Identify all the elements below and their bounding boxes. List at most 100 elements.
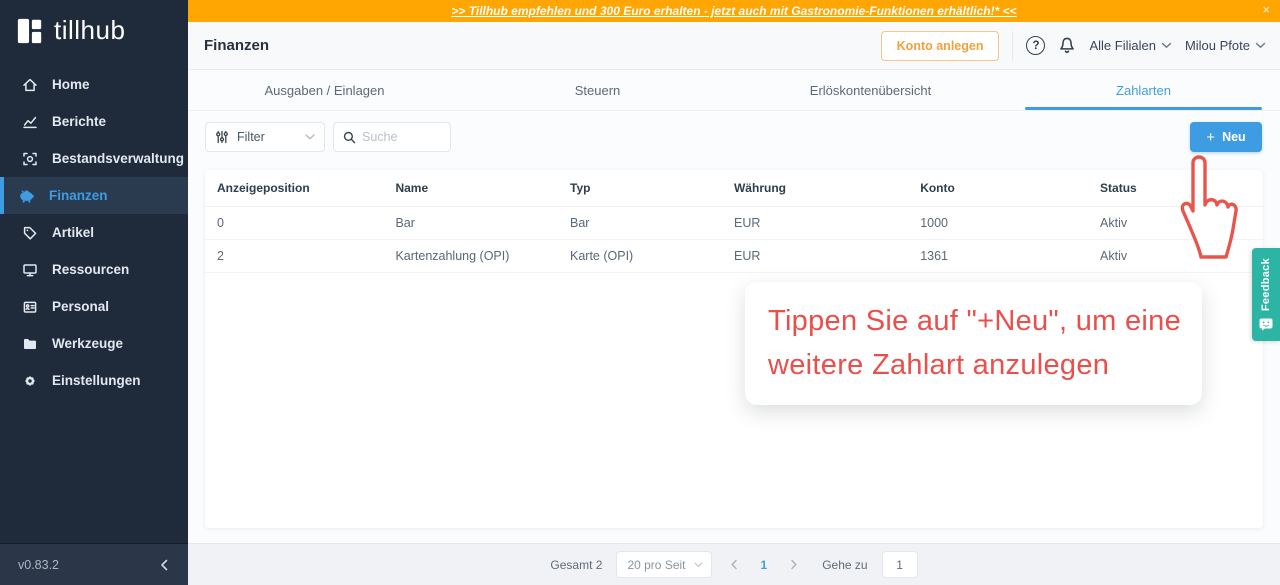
column-header-konto: Konto xyxy=(920,170,1101,207)
chevron-down-icon xyxy=(1255,42,1266,48)
toolbar: Filter + Neu xyxy=(205,122,1262,152)
sidebar-item-personal[interactable]: Personal xyxy=(0,288,188,325)
page-title: Finanzen xyxy=(204,37,270,54)
cell-name: Bar xyxy=(395,206,570,240)
cell-anzeigeposition: 2 xyxy=(205,239,396,273)
chart-icon xyxy=(22,114,38,130)
sidebar-item-label: Bestandsverwaltung xyxy=(52,151,185,166)
cell-typ: Karte (OPI) xyxy=(570,239,734,273)
chevron-down-icon xyxy=(1161,42,1172,48)
tab-zahlarten[interactable]: Zahlarten xyxy=(1007,70,1280,110)
cell-status: Aktiv xyxy=(1100,239,1263,273)
search-icon xyxy=(343,131,356,144)
feedback-label: Feedback xyxy=(1260,257,1272,312)
piggy-bank-icon xyxy=(18,188,35,204)
tillhub-logo-icon xyxy=(16,17,44,45)
promo-banner-link[interactable]: >> Tillhub empfehlen und 300 Euro erhalt… xyxy=(451,4,1016,18)
table-row[interactable]: 0 Bar Bar EUR 1000 Aktiv xyxy=(205,206,1263,240)
tab-bar: Ausgaben / Einlagen Steuern Erlöskontenü… xyxy=(188,70,1280,111)
sidebar-item-ressourcen[interactable]: Ressourcen xyxy=(0,251,188,288)
page-size-value: 20 pro Seit xyxy=(627,557,686,572)
filter-dropdown[interactable]: Filter xyxy=(205,122,325,152)
tab-erloeskontenuebersicht[interactable]: Erlöskontenübersicht xyxy=(734,70,1007,110)
cell-anzeigeposition: 0 xyxy=(205,206,396,240)
sidebar-item-home[interactable]: Home xyxy=(0,66,188,103)
cell-konto: 1361 xyxy=(920,239,1101,273)
pagination-footer: Gesamt 2 20 pro Seit 1 Gehe zu xyxy=(188,543,1280,585)
sidebar-item-bestandsverwaltung[interactable]: Bestandsverwaltung xyxy=(0,140,188,177)
promo-banner: >> Tillhub empfehlen und 300 Euro erhalt… xyxy=(188,0,1280,22)
folder-icon xyxy=(22,336,38,352)
sidebar: tillhub Home Berichte Bestandsverwaltung… xyxy=(0,0,188,585)
table-row[interactable]: 2 Kartenzahlung (OPI) Karte (OPI) EUR 13… xyxy=(205,239,1263,273)
sidebar-item-label: Artikel xyxy=(52,225,95,240)
neu-button[interactable]: + Neu xyxy=(1190,122,1262,152)
sidebar-item-label: Personal xyxy=(52,299,110,314)
page-number[interactable]: 1 xyxy=(756,558,773,572)
cell-status: Aktiv xyxy=(1100,206,1263,240)
sidebar-item-einstellungen[interactable]: Einstellungen xyxy=(0,362,188,399)
sidebar-item-berichte[interactable]: Berichte xyxy=(0,103,188,140)
notifications-bell-icon[interactable] xyxy=(1058,36,1076,55)
column-header-name: Name xyxy=(395,170,570,207)
next-page-button[interactable] xyxy=(786,559,802,570)
zahlarten-table: Anzeigeposition Name Typ Währung Konto S… xyxy=(205,170,1263,273)
sidebar-item-label: Werkzeuge xyxy=(52,336,124,351)
chevron-down-icon xyxy=(305,134,315,140)
app-version: v0.83.2 xyxy=(18,557,60,572)
annotation-line-2: weitere Zahlart anzulegen xyxy=(768,349,1110,382)
table-header-row: Anzeigeposition Name Typ Währung Konto S… xyxy=(205,170,1263,207)
home-icon xyxy=(22,77,38,93)
sidebar-item-label: Finanzen xyxy=(49,188,108,203)
cell-name: Kartenzahlung (OPI) xyxy=(395,239,570,273)
column-header-waehrung: Währung xyxy=(733,170,921,207)
column-header-typ: Typ xyxy=(570,170,734,207)
help-icon[interactable]: ? xyxy=(1026,36,1046,55)
column-header-anzeigeposition: Anzeigeposition xyxy=(205,170,396,207)
sidebar-footer: v0.83.2 xyxy=(0,543,188,585)
filter-sliders-icon xyxy=(215,130,229,144)
sidebar-item-finanzen[interactable]: Finanzen xyxy=(0,177,188,214)
tutorial-annotation: Tippen Sie auf "+Neu", um eine weitere Z… xyxy=(745,282,1202,405)
app-window: tillhub Home Berichte Bestandsverwaltung… xyxy=(0,0,1280,585)
sidebar-item-artikel[interactable]: Artikel xyxy=(0,214,188,251)
goto-page-label: Gehe zu xyxy=(822,557,868,572)
column-header-status: Status xyxy=(1100,170,1263,207)
user-menu[interactable]: Milou Pfote xyxy=(1185,38,1266,53)
annotation-line-1: Tippen Sie auf "+Neu", um eine xyxy=(768,305,1182,337)
branch-selector-label: Alle Filialen xyxy=(1089,38,1156,53)
previous-page-button[interactable] xyxy=(726,559,742,570)
banner-close-icon[interactable]: × xyxy=(1262,2,1270,17)
tab-ausgaben-einlagen[interactable]: Ausgaben / Einlagen xyxy=(188,70,461,110)
cell-waehrung: EUR xyxy=(733,206,921,240)
goto-page-input[interactable] xyxy=(881,551,918,578)
sidebar-item-label: Ressourcen xyxy=(52,262,130,277)
cell-typ: Bar xyxy=(570,206,734,240)
sidebar-item-werkzeuge[interactable]: Werkzeuge xyxy=(0,325,188,362)
filter-label: Filter xyxy=(237,130,265,144)
neu-button-label: Neu xyxy=(1222,130,1246,144)
branch-selector[interactable]: Alle Filialen xyxy=(1089,38,1172,53)
logo-wordmark: tillhub xyxy=(54,15,126,45)
inventory-scan-icon xyxy=(22,151,38,167)
cell-konto: 1000 xyxy=(920,206,1101,240)
konto-anlegen-button[interactable]: Konto anlegen xyxy=(880,30,1000,61)
cell-waehrung: EUR xyxy=(733,239,921,273)
feedback-tab[interactable]: Feedback xyxy=(1252,248,1280,341)
page-size-select[interactable]: 20 pro Seit xyxy=(616,551,712,578)
search-box xyxy=(333,122,451,152)
tab-steuern[interactable]: Steuern xyxy=(461,70,734,110)
sidebar-item-label: Berichte xyxy=(52,114,107,129)
monitor-icon xyxy=(22,262,38,278)
tag-icon xyxy=(22,225,38,241)
main-area: >> Tillhub empfehlen und 300 Euro erhalt… xyxy=(188,0,1280,585)
header-actions: Konto anlegen ? Alle Filialen Milou Pfot… xyxy=(880,30,1266,61)
total-count-label: Gesamt 2 xyxy=(550,557,603,572)
header-divider xyxy=(1012,30,1014,61)
sidebar-item-label: Home xyxy=(52,77,90,92)
search-input[interactable] xyxy=(362,130,438,144)
page-header: Finanzen Konto anlegen ? Alle Filialen M… xyxy=(188,22,1280,70)
tillhub-logo[interactable]: tillhub xyxy=(0,0,188,58)
sidebar-collapse-button[interactable] xyxy=(158,558,170,572)
content-area: Filter + Neu xyxy=(188,111,1280,543)
